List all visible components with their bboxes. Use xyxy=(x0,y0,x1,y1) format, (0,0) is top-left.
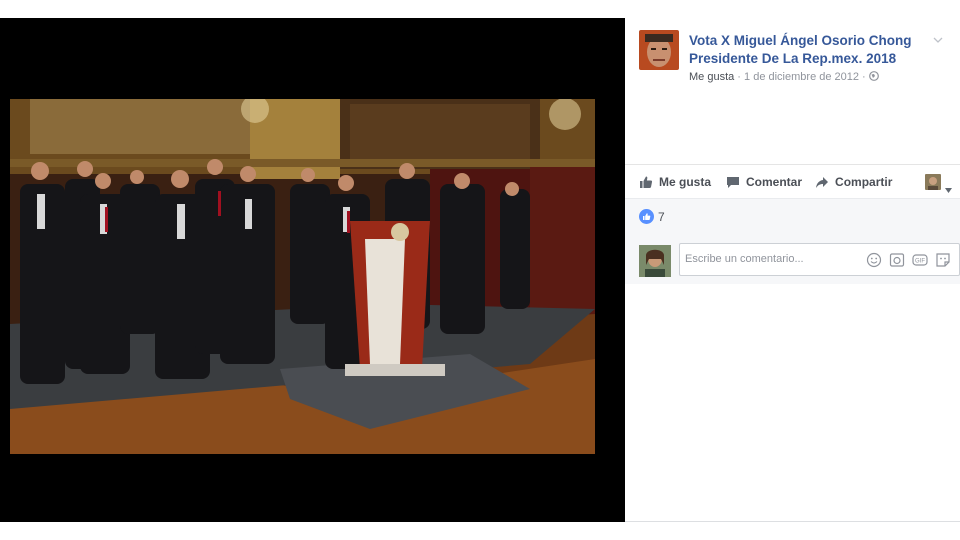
reaction-summary[interactable]: 7 xyxy=(639,209,665,224)
meta-separator: · xyxy=(734,71,745,83)
chevron-down-icon[interactable] xyxy=(932,33,944,45)
share-label: Compartir xyxy=(835,174,893,189)
photo-viewer[interactable] xyxy=(0,18,625,522)
reaction-count: 7 xyxy=(658,209,665,224)
share-button[interactable]: Compartir xyxy=(815,175,892,189)
commenter-avatar[interactable] xyxy=(639,245,671,277)
globe-icon xyxy=(868,71,879,81)
like-label: Me gusta xyxy=(659,174,712,189)
actor-selector[interactable] xyxy=(925,174,952,193)
emoji-icon[interactable] xyxy=(866,252,882,268)
speech-bubble-icon xyxy=(727,176,740,188)
actor-avatar xyxy=(925,174,941,190)
ceremony-photo[interactable] xyxy=(10,99,595,454)
comment-composer: Escribe un comentario... GIF xyxy=(639,243,960,277)
photo-theater: Vota X Miguel Ángel Osorio Chong Preside… xyxy=(0,0,960,540)
page-name-link[interactable]: Vota X Miguel Ángel Osorio Chong Preside… xyxy=(689,32,929,68)
like-button[interactable]: Me gusta xyxy=(639,175,711,189)
camera-icon[interactable] xyxy=(889,252,905,268)
gif-icon[interactable]: GIF xyxy=(912,252,928,268)
like-reaction-icon xyxy=(639,209,654,224)
svg-text:GIF: GIF xyxy=(915,259,925,265)
caret-down-icon xyxy=(945,180,952,193)
meta-separator-2: · xyxy=(859,71,869,83)
post-header: Vota X Miguel Ángel Osorio Chong Preside… xyxy=(625,18,960,164)
post-date[interactable]: 1 de diciembre de 2012 xyxy=(744,71,859,83)
comment-placeholder: Escribe un comentario... xyxy=(685,253,804,265)
feedback-section: 7 Escribe un comentario... GIF xyxy=(625,198,960,284)
page-avatar[interactable] xyxy=(639,30,679,70)
thumbs-up-icon xyxy=(640,176,653,188)
share-arrow-icon xyxy=(816,176,829,188)
post-action-bar: Me gusta Comentar Compartir xyxy=(625,164,960,198)
comment-input[interactable]: Escribe un comentario... GIF xyxy=(679,243,960,276)
comment-label: Comentar xyxy=(746,174,803,189)
page-like-link[interactable]: Me gusta xyxy=(689,71,734,83)
post-meta: Me gusta · 1 de diciembre de 2012 · xyxy=(689,71,879,83)
sticker-icon[interactable] xyxy=(935,252,951,268)
ceremony-photo-image xyxy=(10,99,595,454)
comment-button[interactable]: Comentar xyxy=(726,175,802,189)
composer-icons: GIF xyxy=(866,252,951,268)
post-sidebar: Vota X Miguel Ángel Osorio Chong Preside… xyxy=(625,18,960,522)
